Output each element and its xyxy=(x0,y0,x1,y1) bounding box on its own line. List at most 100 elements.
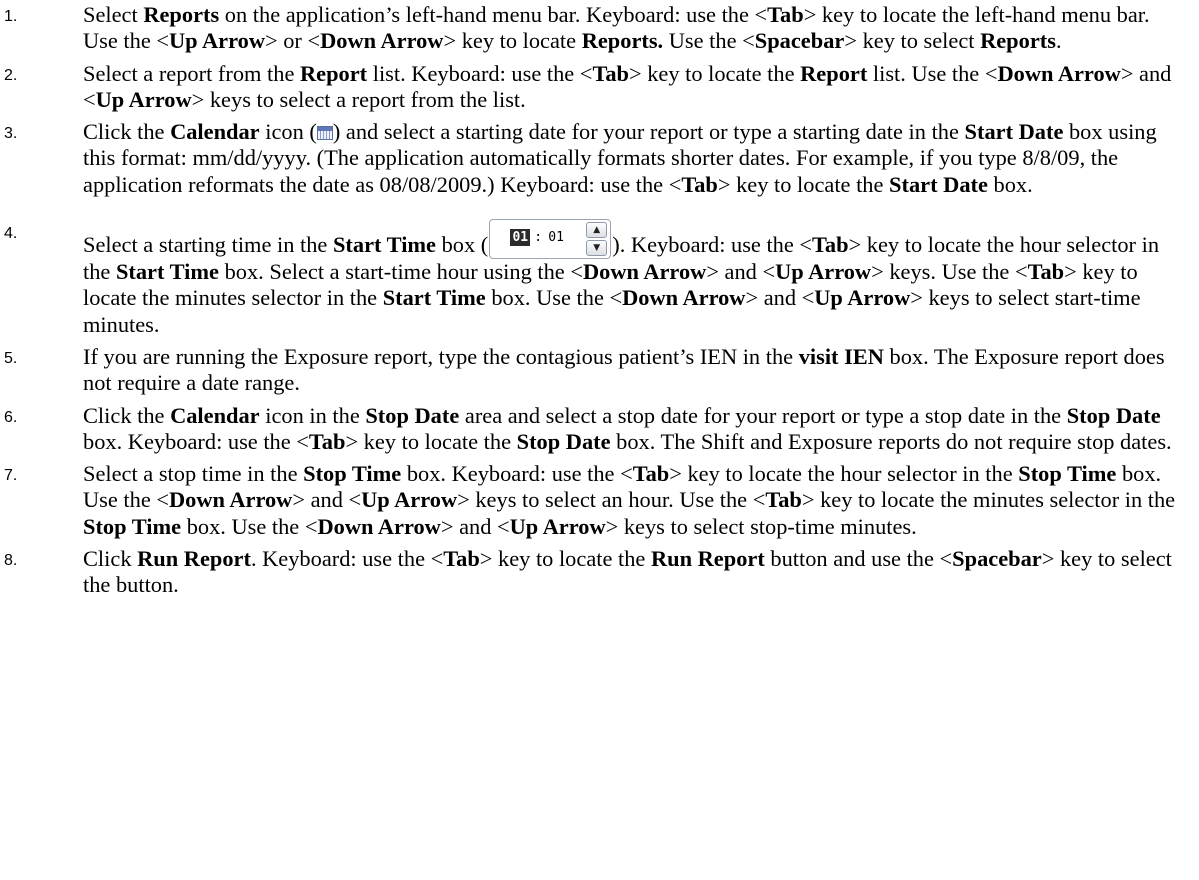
bold-term: Run Report xyxy=(137,546,251,572)
bold-term: Tab xyxy=(308,428,346,454)
step-number: 6. xyxy=(4,408,18,426)
time-separator: : xyxy=(534,230,543,246)
step-text: > and < xyxy=(745,285,815,311)
bold-term: Start Time xyxy=(382,285,486,311)
bold-term: Tab xyxy=(681,171,718,197)
step-text: Select xyxy=(83,2,144,27)
step-text: > key to locate the xyxy=(345,428,517,454)
bold-term: Stop Time xyxy=(1018,461,1117,487)
bold-term: Tab xyxy=(592,60,629,86)
step-text: . xyxy=(1055,28,1062,54)
step-text: > and < xyxy=(292,487,362,513)
step-text: box. xyxy=(987,171,1033,197)
bold-term: Tab xyxy=(632,461,670,487)
step-text: Select a stop time in the xyxy=(83,461,304,487)
bold-term: Report xyxy=(299,60,368,86)
hour-selector: 01 xyxy=(510,229,531,247)
bold-term: Tab xyxy=(767,2,804,27)
step-text: box. Use the < xyxy=(485,285,623,311)
step-text: > keys to select an hour. Use the < xyxy=(457,487,766,513)
bold-term: Up Arrow xyxy=(361,487,458,513)
bold-term: Stop Date xyxy=(1066,402,1161,428)
bold-term: Up Arrow xyxy=(95,86,192,112)
step-text: . Keyboard: use the < xyxy=(250,546,444,572)
step-number: 8. xyxy=(4,552,18,570)
bold-term: Down Arrow xyxy=(320,28,444,54)
bold-term: Reports. xyxy=(581,28,664,54)
bold-term: Tab xyxy=(812,232,849,258)
bold-term: Up Arrow xyxy=(169,28,265,54)
instruction-step: 3. Click the Calendar icon () and select … xyxy=(0,119,1189,198)
step-text: > key to locate the minutes selector in … xyxy=(801,487,1176,513)
spin-up-icon: ▲ xyxy=(586,222,608,239)
step-text: > key to locate xyxy=(443,28,582,54)
step-text: list. Use the < xyxy=(867,60,998,86)
step-text: icon in the xyxy=(259,402,366,428)
bold-term: Tab xyxy=(765,487,802,513)
step-number: 4. xyxy=(4,225,18,243)
step-text: box. Select a start-time hour using the … xyxy=(219,259,583,285)
bold-term: Stop Time xyxy=(303,461,402,487)
step-text: box. Keyboard: use the < xyxy=(83,428,309,454)
step-text: > key to select xyxy=(844,28,981,54)
step-text: on the application’s left-hand menu bar.… xyxy=(219,2,768,27)
bold-term: Run Report xyxy=(650,546,765,572)
step-text: list. Keyboard: use the < xyxy=(367,60,593,86)
step-text: Click xyxy=(83,546,138,572)
step-text: area and select a stop date for your rep… xyxy=(459,402,1067,428)
bold-term: Tab xyxy=(443,546,480,572)
step-text: > or < xyxy=(265,28,321,54)
step-number: 7. xyxy=(4,467,18,485)
bold-term: Reports xyxy=(980,28,1056,54)
bold-term: Down Arrow xyxy=(582,259,707,285)
step-text: button and use the < xyxy=(764,546,953,572)
step-text: box. Use the < xyxy=(181,513,318,539)
calendar-icon xyxy=(316,126,333,141)
step-text: box. Keyboard: use the < xyxy=(401,461,633,487)
step-text: If you are running the Exposure report, … xyxy=(83,343,799,369)
bold-term: Start Date xyxy=(889,171,988,197)
minute-selector: 01 xyxy=(548,230,564,246)
bold-term: Calendar xyxy=(170,119,260,145)
bold-term: Spacebar xyxy=(952,546,1042,572)
step-number: 2. xyxy=(4,66,18,84)
step-text: Click the xyxy=(83,402,171,428)
step-text: > key to locate the xyxy=(717,171,890,197)
bold-term: Up Arrow xyxy=(775,259,872,285)
step-text: > and < xyxy=(440,513,510,539)
bold-term: Start Time xyxy=(115,259,219,285)
instruction-step: 8. Click Run Report. Keyboard: use the <T… xyxy=(0,546,1189,599)
step-text: box. The Shift and Exposure reports do n… xyxy=(610,428,1172,454)
step-text: > key to locate the hour selector in the xyxy=(669,461,1019,487)
bold-term: Down Arrow xyxy=(169,487,293,513)
bold-term: Down Arrow xyxy=(997,60,1121,86)
step-text: > key to locate the xyxy=(479,546,651,572)
step-text: > key to locate the xyxy=(628,60,801,86)
step-number: 3. xyxy=(4,125,18,143)
step-text: Use the < xyxy=(663,28,755,54)
instruction-step: 2. Select a report from the Report list. … xyxy=(0,61,1189,114)
bold-term: Reports xyxy=(143,2,220,27)
step-number: 5. xyxy=(4,349,18,367)
instruction-step: 7. Select a stop time in the Stop Time bo… xyxy=(0,461,1189,540)
bold-term: Tab xyxy=(1027,259,1065,285)
bold-term: Down Arrow xyxy=(317,513,441,539)
step-text: Select a starting time in the xyxy=(83,232,333,258)
step-text: Select a report from the xyxy=(83,60,300,86)
bold-term: Calendar xyxy=(170,402,260,428)
bold-term: Up Arrow xyxy=(509,513,606,539)
bold-term: Stop Date xyxy=(365,402,460,428)
bold-term: Spacebar xyxy=(754,28,845,54)
step-number: 1. xyxy=(4,8,18,25)
step-text: > keys. Use the < xyxy=(871,259,1028,285)
bold-term: Report xyxy=(800,60,868,86)
step-text: ). Keyboard: use the < xyxy=(612,232,813,258)
step-text: > keys to select stop-time minutes. xyxy=(605,513,917,539)
step-text: > and < xyxy=(706,259,776,285)
bold-term: Up Arrow xyxy=(814,285,911,311)
instruction-step: 4. Select a starting time in the Start Ti… xyxy=(0,204,1189,338)
step-text: icon ( xyxy=(259,119,317,145)
instruction-step: 6. Click the Calendar icon in the Stop Da… xyxy=(0,403,1189,456)
instruction-steps-list: 1. Select Reports on the application’s le… xyxy=(0,2,1199,599)
bold-term: Down Arrow xyxy=(622,285,746,311)
